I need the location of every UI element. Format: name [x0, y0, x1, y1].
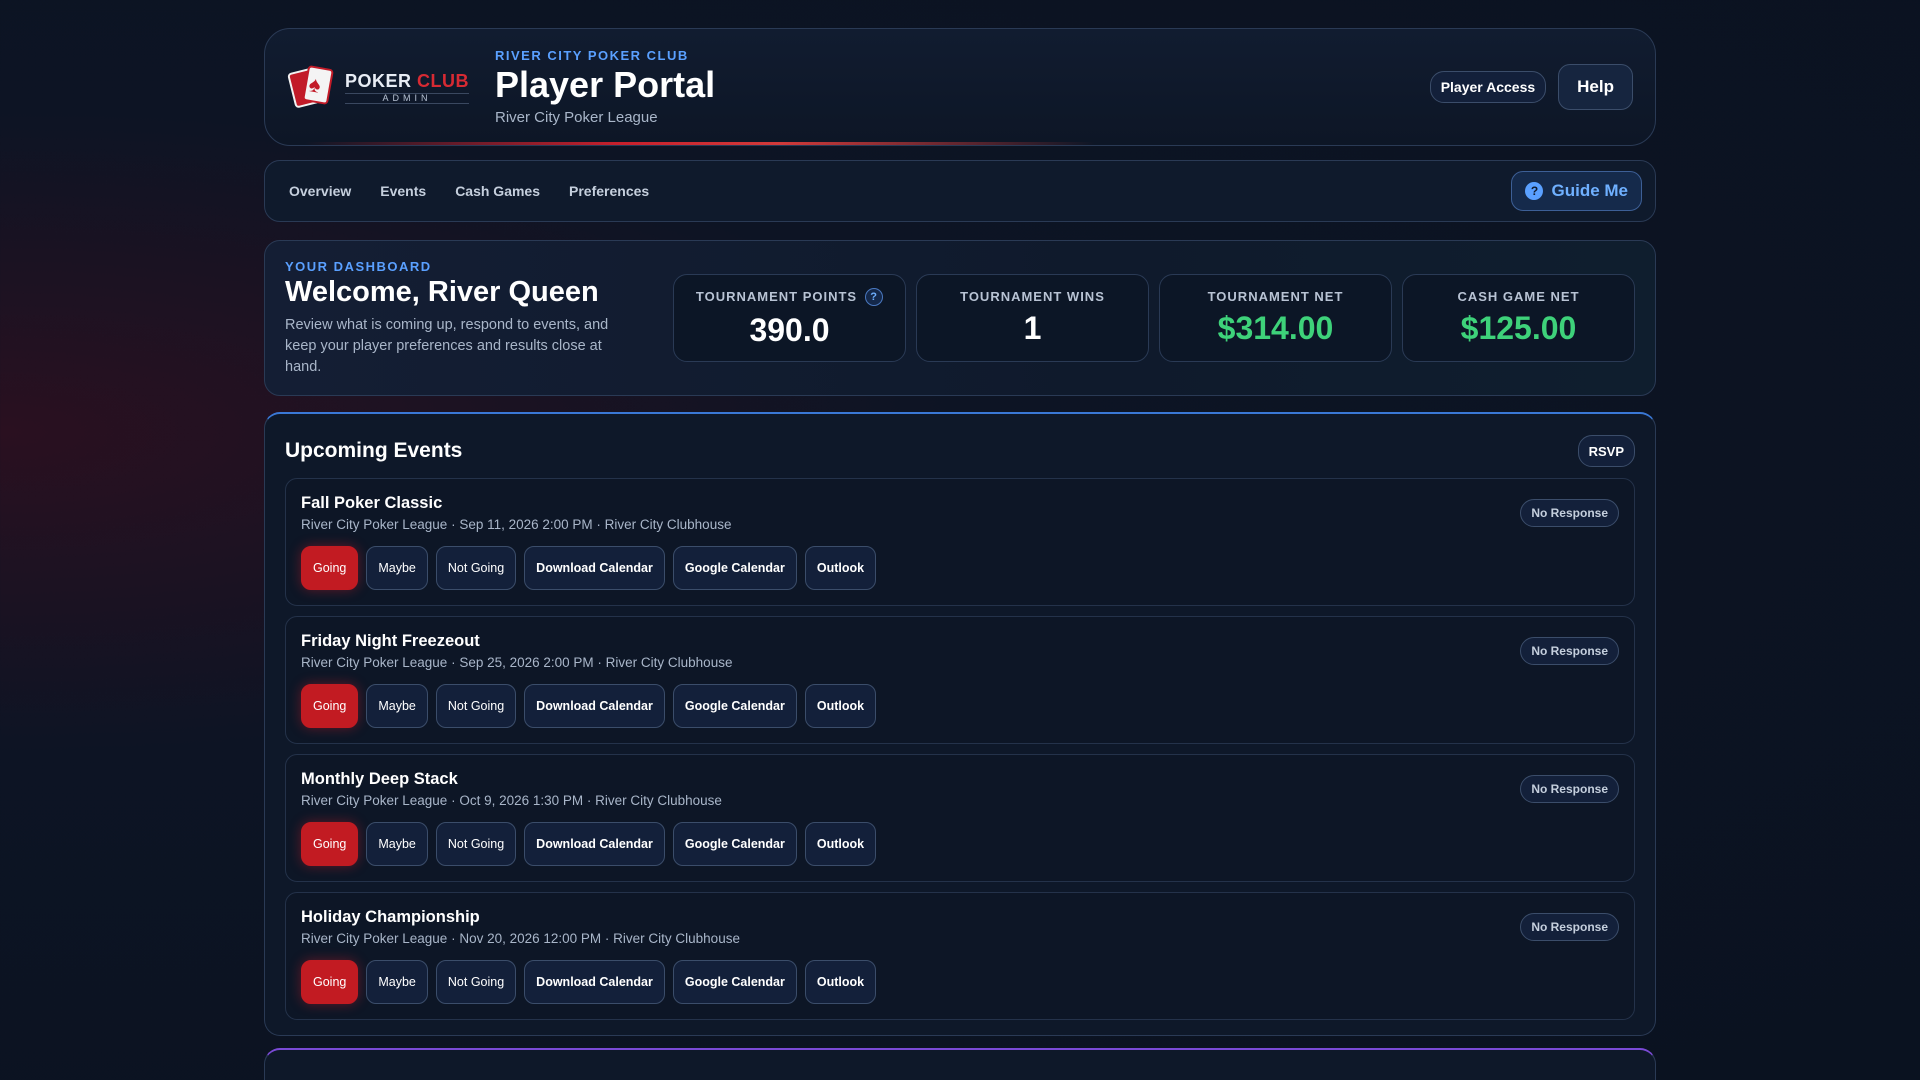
rsvp-button[interactable]: RSVP: [1577, 435, 1635, 467]
rsvp-status-badge: No Response: [1520, 775, 1619, 803]
download-calendar-button[interactable]: Download Calendar: [524, 684, 665, 728]
welcome-block: YOUR DASHBOARD Welcome, River Queen Revi…: [285, 259, 657, 378]
nav-item-cash-games[interactable]: Cash Games: [455, 183, 540, 199]
stat-value: 390.0: [749, 311, 830, 348]
stat-cash-game-net: CASH GAME NET $125.00: [1402, 274, 1635, 362]
maybe-button[interactable]: Maybe: [366, 684, 428, 728]
logo-accent-text: CLUB: [417, 70, 470, 91]
event-name: Friday Night Freezeout: [301, 632, 480, 650]
not-going-button[interactable]: Not Going: [435, 822, 517, 866]
page-container: ♠ POKER CLUB ADMIN RIVER CITY POKER CLUB…: [264, 28, 1656, 1080]
guide-me-label: Guide Me: [1551, 181, 1628, 200]
page-title: Player Portal: [495, 64, 716, 105]
not-going-button[interactable]: Not Going: [435, 960, 517, 1004]
download-calendar-button[interactable]: Download Calendar: [524, 822, 665, 866]
event-actions: Going Maybe Not Going Download Calendar …: [301, 822, 1619, 866]
logo-primary-text: POKER: [345, 70, 412, 91]
event-meta: River City Poker League · Sep 25, 2026 2…: [301, 655, 733, 670]
stats-row: TOURNAMENT POINTS ? 390.0 TOURNAMENT WIN…: [673, 274, 1635, 362]
upcoming-events-panel: Upcoming Events RSVP Fall Poker Classic …: [264, 412, 1656, 1036]
next-section-panel: [264, 1048, 1656, 1080]
stat-value: $125.00: [1460, 310, 1577, 346]
stat-value: 1: [1023, 310, 1042, 346]
event-card: Fall Poker Classic River City Poker Leag…: [285, 478, 1635, 606]
event-meta: River City Poker League · Sep 11, 2026 2…: [301, 517, 732, 532]
events-header: Upcoming Events RSVP: [285, 434, 1635, 468]
stat-value: $314.00: [1217, 310, 1334, 346]
title-block: RIVER CITY POKER CLUB Player Portal Rive…: [495, 48, 715, 126]
rsvp-status-badge: No Response: [1520, 499, 1619, 527]
logo-wordmark: POKER CLUB ADMIN: [345, 70, 470, 104]
event-actions: Going Maybe Not Going Download Calendar …: [301, 960, 1619, 1004]
going-button[interactable]: Going: [301, 960, 359, 1004]
event-name: Monthly Deep Stack: [301, 770, 458, 788]
going-button[interactable]: Going: [301, 546, 359, 590]
google-calendar-button[interactable]: Google Calendar: [672, 546, 797, 590]
event-name: Holiday Championship: [301, 908, 480, 926]
event-meta: River City Poker League · Nov 20, 2026 1…: [301, 931, 740, 946]
stat-label: CASH GAME NET: [1457, 289, 1580, 304]
event-card: Monthly Deep Stack River City Poker Leag…: [285, 754, 1635, 882]
event-card: Friday Night Freezeout River City Poker …: [285, 616, 1635, 744]
nav-item-preferences[interactable]: Preferences: [569, 183, 649, 199]
google-calendar-button[interactable]: Google Calendar: [672, 684, 797, 728]
welcome-description: Review what is coming up, respond to eve…: [285, 316, 609, 375]
guide-me-button[interactable]: ? Guide Me: [1511, 171, 1642, 211]
stat-label: TOURNAMENT NET: [1207, 289, 1344, 304]
download-calendar-button[interactable]: Download Calendar: [524, 546, 665, 590]
app-header: ♠ POKER CLUB ADMIN RIVER CITY POKER CLUB…: [264, 28, 1656, 146]
outlook-button[interactable]: Outlook: [804, 684, 877, 728]
stat-tournament-points: TOURNAMENT POINTS ? 390.0: [673, 274, 906, 362]
going-button[interactable]: Going: [301, 684, 359, 728]
nav-item-overview[interactable]: Overview: [289, 183, 351, 199]
league-subtitle: River City Poker League: [495, 109, 658, 126]
logo-sub-text: ADMIN: [345, 92, 470, 104]
header-actions: Player Access Help: [1429, 64, 1633, 110]
events-title: Upcoming Events: [285, 439, 463, 462]
rsvp-status-badge: No Response: [1520, 637, 1619, 665]
stat-label: TOURNAMENT POINTS: [695, 289, 858, 304]
dashboard-panel: YOUR DASHBOARD Welcome, River Queen Revi…: [264, 240, 1656, 396]
outlook-button[interactable]: Outlook: [804, 546, 877, 590]
question-circle-icon: ?: [1525, 182, 1544, 200]
maybe-button[interactable]: Maybe: [366, 546, 428, 590]
event-actions: Going Maybe Not Going Download Calendar …: [301, 684, 1619, 728]
playing-cards-icon: ♠: [287, 64, 337, 110]
club-eyebrow: RIVER CITY POKER CLUB: [495, 48, 689, 63]
going-button[interactable]: Going: [301, 822, 359, 866]
google-calendar-button[interactable]: Google Calendar: [672, 822, 797, 866]
maybe-button[interactable]: Maybe: [366, 960, 428, 1004]
player-access-button[interactable]: Player Access: [1429, 71, 1547, 103]
event-card: Holiday Championship River City Poker Le…: [285, 892, 1635, 1020]
rsvp-status-badge: No Response: [1520, 913, 1619, 941]
stat-tournament-net: TOURNAMENT NET $314.00: [1159, 274, 1392, 362]
help-icon[interactable]: ?: [865, 287, 884, 306]
stat-label: TOURNAMENT WINS: [960, 289, 1105, 304]
poker-club-logo[interactable]: ♠ POKER CLUB ADMIN: [287, 64, 485, 110]
event-name: Fall Poker Classic: [301, 494, 443, 512]
event-meta: River City Poker League · Oct 9, 2026 1:…: [301, 793, 722, 808]
help-button[interactable]: Help: [1558, 64, 1633, 110]
nav-item-events[interactable]: Events: [380, 183, 426, 199]
dashboard-eyebrow: YOUR DASHBOARD: [285, 258, 432, 274]
main-nav: Overview Events Cash Games Preferences ?…: [264, 160, 1656, 222]
welcome-title: Welcome, River Queen: [285, 275, 599, 308]
not-going-button[interactable]: Not Going: [435, 546, 517, 590]
stat-tournament-wins: TOURNAMENT WINS 1: [916, 274, 1149, 362]
not-going-button[interactable]: Not Going: [435, 684, 517, 728]
maybe-button[interactable]: Maybe: [366, 822, 428, 866]
google-calendar-button[interactable]: Google Calendar: [672, 960, 797, 1004]
outlook-button[interactable]: Outlook: [804, 822, 877, 866]
event-actions: Going Maybe Not Going Download Calendar …: [301, 546, 1619, 590]
download-calendar-button[interactable]: Download Calendar: [524, 960, 665, 1004]
outlook-button[interactable]: Outlook: [804, 960, 877, 1004]
